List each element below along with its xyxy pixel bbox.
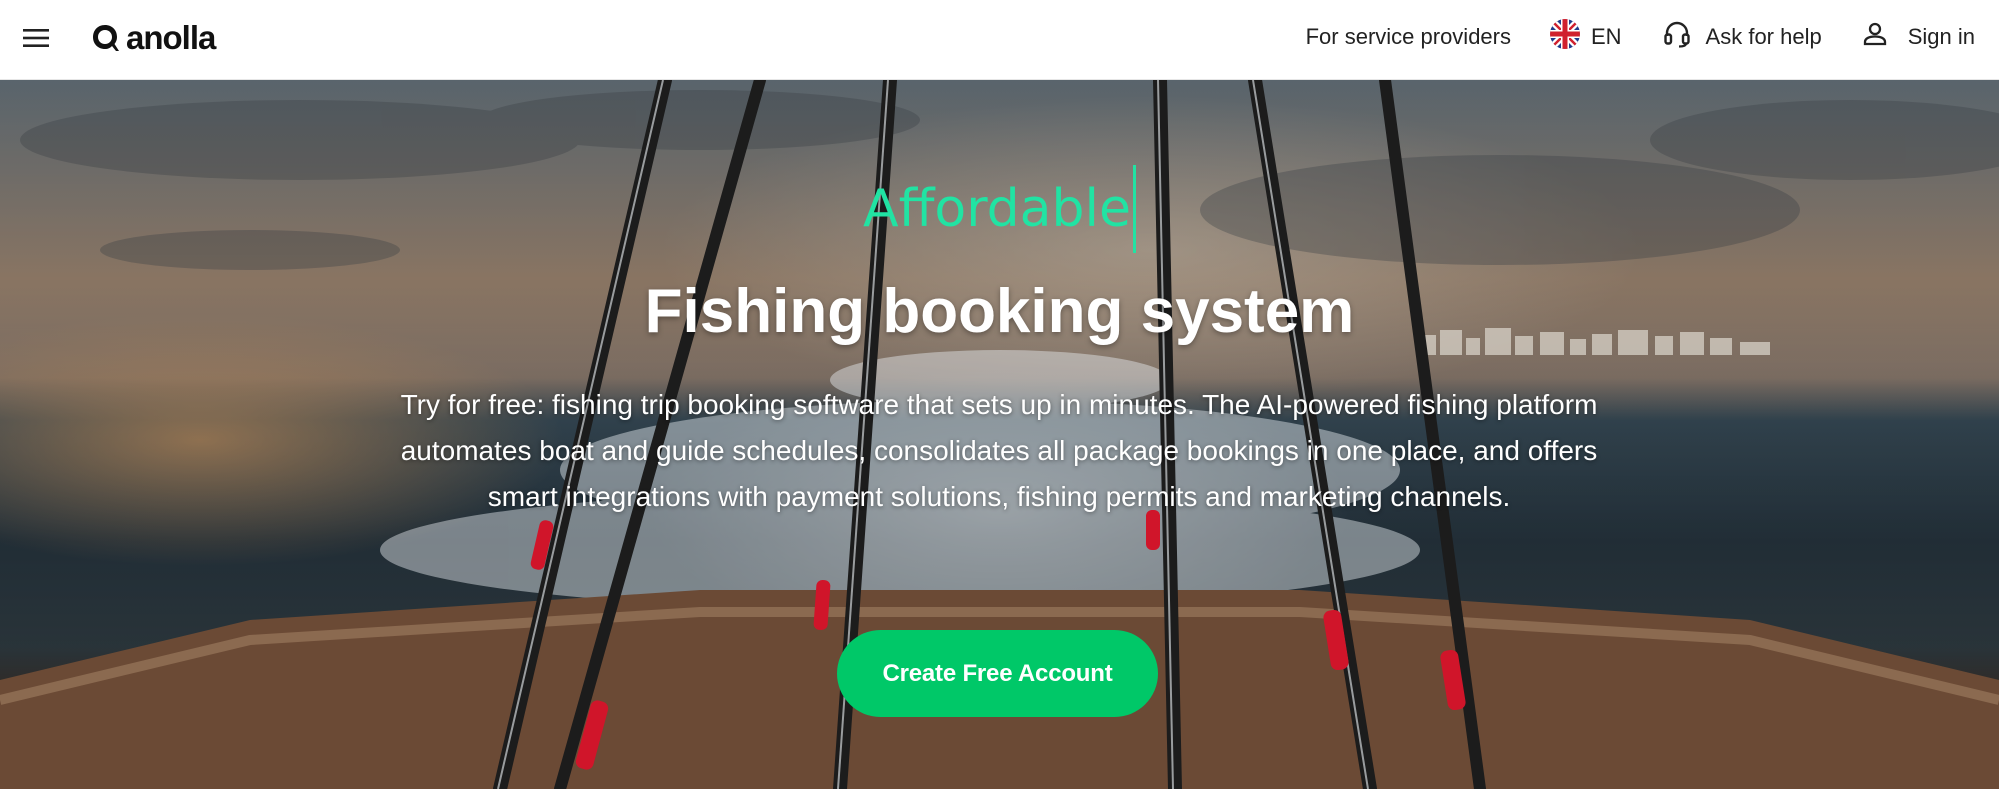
- hamburger-menu-icon[interactable]: [20, 22, 52, 54]
- user-icon: [1862, 21, 1888, 53]
- ask-for-help-label: Ask for help: [1705, 24, 1822, 49]
- hero-title: Fishing booking system: [644, 277, 1355, 346]
- nav-service-providers-label: For service providers: [1305, 24, 1511, 49]
- sign-in-link[interactable]: Sign in: [1862, 21, 1975, 53]
- site-header: anolla For service providers EN Ask for …: [0, 0, 1999, 80]
- language-label: EN: [1590, 24, 1622, 49]
- ask-for-help-link[interactable]: Ask for help: [1662, 19, 1822, 55]
- header-nav: For service providers EN Ask for help Si…: [1306, 0, 1975, 74]
- create-free-account-button[interactable]: Create Free Account: [837, 630, 1158, 717]
- hero-content: Affordable Fishing booking system Try fo…: [0, 80, 1999, 789]
- hero-description: Try for free: fishing trip booking softw…: [400, 389, 1598, 512]
- anolla-logo[interactable]: anolla: [90, 18, 216, 58]
- rotating-word: Affordable: [863, 179, 1131, 239]
- logo-text: anolla: [126, 19, 216, 56]
- uk-flag-icon: [1549, 18, 1581, 56]
- typing-cursor: [1133, 165, 1136, 253]
- language-selector[interactable]: EN: [1549, 18, 1622, 56]
- nav-service-providers-link[interactable]: For service providers: [1306, 24, 1511, 50]
- hero-section: Affordable Fishing booking system Try fo…: [0, 80, 1999, 789]
- headset-icon: [1662, 19, 1692, 55]
- rotating-headline: Affordable: [0, 165, 1999, 253]
- logo-mark-icon: [93, 25, 119, 51]
- sign-in-label: Sign in: [1907, 24, 1975, 49]
